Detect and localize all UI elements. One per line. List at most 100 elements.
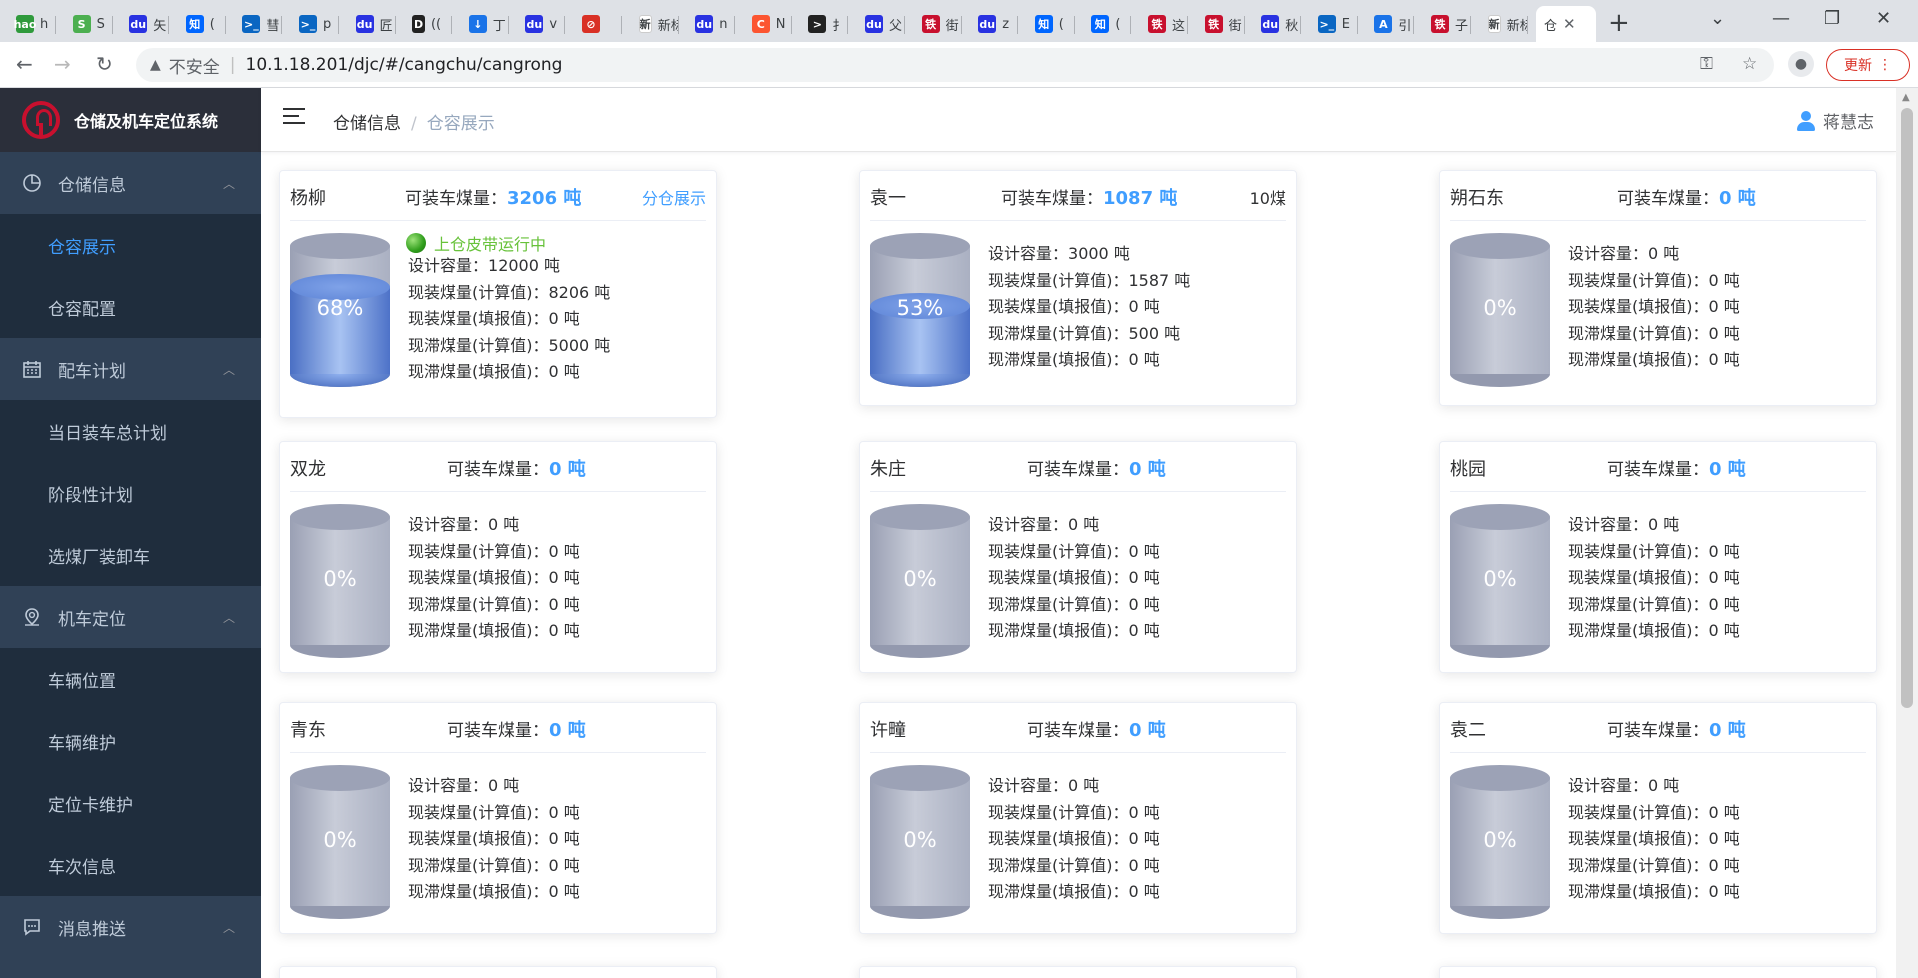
sidebar-item[interactable]: 仓容展示 xyxy=(0,214,261,276)
browser-tab[interactable]: >_ E xyxy=(1310,6,1358,42)
sidebar-item[interactable]: 车辆维护 xyxy=(0,710,261,772)
browser-tab[interactable]: ↓ 丁 xyxy=(461,6,509,42)
stat-row: 现滞煤量(计算值)：0 吨 xyxy=(408,592,580,619)
sidebar-item[interactable]: 当日装车总计划 xyxy=(0,400,261,462)
more-vert-icon: ⋮ xyxy=(1878,57,1892,73)
stat-row: 现装煤量(计算值)：0 吨 xyxy=(1568,539,1740,566)
stat-row: 设计容量：0 吨 xyxy=(988,773,1160,800)
browser-tab[interactable]: 铁子 xyxy=(1423,6,1471,42)
stat-value: 8206 吨 xyxy=(548,282,611,302)
stat-row: 现装煤量(计算值)：8206 吨 xyxy=(408,280,610,307)
browser-tab[interactable]: SS xyxy=(65,6,113,42)
browser-tab[interactable]: du v xyxy=(517,6,566,42)
browser-tab[interactable]: du 父 xyxy=(857,6,905,42)
status-light-icon xyxy=(406,233,426,253)
warehouse-name: 袁二 xyxy=(1450,720,1486,741)
warehouse-card: 许疃 可装车煤量：0 吨 0% 设计容量：0 吨现装煤量(计算值)：0 吨现装煤量(填… xyxy=(859,702,1297,934)
new-tab-icon[interactable]: + xyxy=(1608,8,1630,38)
browser-tab[interactable]: >_ p xyxy=(291,6,339,42)
stat-label: 现滞煤量(计算值)： xyxy=(408,594,549,614)
browser-tab[interactable]: CN xyxy=(744,6,792,42)
browser-tab[interactable]: du 匠 xyxy=(348,6,396,42)
split-view-link[interactable]: 分仓展示 xyxy=(642,185,706,209)
hamburger-icon[interactable] xyxy=(283,108,305,128)
loadable-label: 可装车煤量： xyxy=(1001,189,1103,209)
browser-tab[interactable]: >_ 彗 xyxy=(234,6,283,42)
chevron-up-icon: ︿ xyxy=(222,610,235,625)
tab-search-icon[interactable]: ⌄ xyxy=(1710,8,1725,29)
loadable-coal: 可装车煤量：0 吨 xyxy=(1607,716,1746,742)
browser-tab[interactable]: A引 xyxy=(1366,6,1415,42)
address-bar[interactable]: ▲ 不安全 | 10.1.18.201/djc/#/cangchu/cangro… xyxy=(136,48,1774,82)
sidebar-item[interactable]: 阶段性计划 xyxy=(0,462,261,524)
browser-tab[interactable]: 铁街 xyxy=(914,6,962,42)
card-header: 杨柳 可装车煤量：3206 吨 分仓展示 xyxy=(290,171,706,221)
star-icon[interactable]: ☆ xyxy=(1742,54,1757,74)
close-tab-icon[interactable]: ✕ xyxy=(1563,15,1576,33)
forward-icon[interactable]: → xyxy=(54,52,71,76)
stat-value: 0 吨 xyxy=(1708,829,1740,848)
browser-tab[interactable]: > 扌 xyxy=(800,6,849,42)
breadcrumb-item-storage[interactable]: 仓储信息 xyxy=(333,114,401,134)
stat-value: 0 吨 xyxy=(548,802,580,822)
sidebar-item[interactable]: 仓容配置 xyxy=(0,276,261,338)
back-icon[interactable]: ← xyxy=(16,52,33,76)
browser-tab[interactable]: du 矢 xyxy=(121,6,170,42)
reload-icon[interactable]: ↻ xyxy=(96,52,113,76)
stat-value: 0 吨 xyxy=(1648,244,1680,263)
sidebar-item[interactable]: 定位卡维护 xyxy=(0,772,261,834)
sidebar-group[interactable]: 消息推送 ︿ xyxy=(0,896,261,958)
sidebar-item[interactable]: 车辆位置 xyxy=(0,648,261,710)
stat-row: 现装煤量(填报值)：0 吨 xyxy=(988,294,1190,321)
stat-row: 现装煤量(填报值)：0 吨 xyxy=(408,565,580,592)
warehouse-card-partial xyxy=(859,966,1297,978)
tab-favicon-icon: A xyxy=(1374,15,1393,33)
browser-tab[interactable]: 铁街 xyxy=(1197,6,1245,42)
user-menu[interactable]: 蒋慧志 xyxy=(1797,108,1874,133)
browser-tab[interactable]: du 秋 xyxy=(1253,6,1302,42)
profile-icon[interactable]: ● xyxy=(1788,51,1814,77)
scrollbar-thumb[interactable] xyxy=(1901,108,1913,708)
loadable-label: 可装车煤量： xyxy=(447,460,549,480)
browser-tab[interactable]: 铁这 xyxy=(1140,6,1188,42)
tab-favicon-icon: 新 xyxy=(638,15,652,33)
sidebar-group[interactable]: 机车定位 ︿ xyxy=(0,586,261,648)
sidebar-group[interactable]: 仓储信息 ︿ xyxy=(0,152,261,214)
loadable-coal: 可装车煤量：0 吨 xyxy=(1027,455,1166,481)
tab-title: S xyxy=(96,16,105,32)
stat-label: 设计容量： xyxy=(1568,515,1649,534)
browser-tab[interactable]: ⊘ xyxy=(574,6,622,42)
key-icon[interactable]: ⚿ xyxy=(1700,54,1713,74)
stat-label: 现滞煤量(计算值)： xyxy=(408,855,549,875)
browser-tab[interactable]: D (( xyxy=(404,6,453,42)
minimize-icon[interactable]: — xyxy=(1772,8,1790,29)
user-icon xyxy=(1797,110,1815,131)
browser-tab[interactable]: 知( xyxy=(1083,6,1132,42)
browser-tab[interactable]: 知( xyxy=(178,6,226,42)
update-button[interactable]: 更新 ⋮ xyxy=(1826,49,1910,81)
browser-tab[interactable]: 知( xyxy=(1027,6,1075,42)
capacity-percent: 0% xyxy=(1483,567,1517,591)
insecure-label: 不安全 xyxy=(168,57,220,78)
browser-tab[interactable]: hao h xyxy=(8,6,56,42)
scroll-up-icon[interactable]: ▲ xyxy=(1902,92,1910,103)
tab-title: 街 xyxy=(1228,18,1242,34)
stat-label: 现滞煤量(计算值)： xyxy=(1568,855,1709,875)
maximize-icon[interactable]: ❐ xyxy=(1824,8,1840,29)
sidebar-item[interactable]: 选煤厂装卸车 xyxy=(0,524,261,586)
close-window-icon[interactable]: ✕ xyxy=(1876,8,1891,29)
sidebar-item[interactable]: 车次信息 xyxy=(0,834,261,896)
stat-label: 现滞煤量(填报值)： xyxy=(988,882,1129,901)
browser-tab[interactable]: 新新标 xyxy=(631,6,679,42)
browser-tab[interactable]: 新新标 xyxy=(1480,6,1528,42)
warehouse-card: 袁一 可装车煤量：1087 吨 10煤 53% 设计容量：3000 吨现装煤量(计算值)… xyxy=(859,170,1297,406)
stat-value: 0 吨 xyxy=(1068,515,1100,534)
page-scrollbar[interactable]: ▲ xyxy=(1896,88,1918,978)
sidebar-group[interactable]: 配车计划 ︿ xyxy=(0,338,261,400)
stat-label: 现滞煤量(计算值)： xyxy=(988,594,1129,614)
active-tab[interactable]: 仓 ✕ xyxy=(1536,6,1596,42)
browser-tab[interactable]: du z xyxy=(970,6,1019,42)
tab-title: 彗 xyxy=(266,18,280,34)
browser-tab[interactable]: du n xyxy=(687,6,736,42)
tab-favicon-icon: 知 xyxy=(1091,15,1110,33)
